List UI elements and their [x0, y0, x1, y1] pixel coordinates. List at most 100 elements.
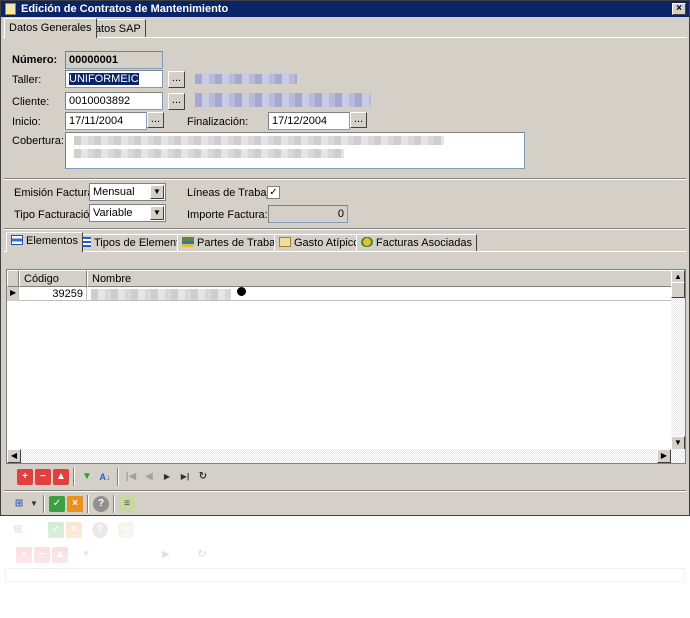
help-icon: ?	[92, 522, 108, 538]
sort-icon[interactable]: A↓	[97, 469, 113, 485]
filter-icon: ▼	[81, 549, 91, 560]
reflection-fade	[0, 516, 690, 618]
lineas-trabajo-label: Líneas de Trabajo	[187, 187, 276, 199]
table-row[interactable]: ▶ 39259	[7, 287, 673, 301]
elements-icon	[11, 235, 23, 245]
tree-add-icon: ⊞	[13, 524, 23, 535]
finalizacion-date-picker-button[interactable]: ...	[350, 112, 367, 128]
tab-facturas-asociadas[interactable]: Facturas Asociadas	[356, 234, 477, 251]
grid-vertical-scrollbar[interactable]: ▲ ▼	[671, 270, 685, 450]
taller-label: Taller:	[12, 74, 42, 86]
refresh-icon: ↻	[197, 549, 207, 560]
toolbar-separator	[113, 495, 115, 513]
tipo-facturacion-value: Variable	[93, 207, 133, 219]
accept-icon: ✓	[48, 522, 64, 538]
taller-input[interactable]: UNIFORMEIC	[65, 70, 163, 88]
chevron-down-icon[interactable]: ▼	[150, 185, 164, 199]
importe-factura-label: Importe Factura:	[187, 209, 268, 221]
move-up-icon[interactable]: ▲	[53, 469, 69, 485]
delete-row-icon: −	[34, 547, 50, 563]
invoice-icon	[361, 237, 373, 247]
tipo-facturacion-select[interactable]: Variable ▼	[89, 204, 166, 222]
toolbar-separator	[87, 495, 89, 513]
next-record-icon[interactable]: ▶	[159, 469, 175, 485]
expense-icon	[279, 237, 291, 247]
grid-nombre-redacted	[91, 289, 231, 300]
accept-icon[interactable]: ✓	[49, 496, 65, 512]
filter-icon[interactable]: ▼	[79, 469, 95, 485]
scroll-down-icon[interactable]: ▼	[671, 436, 685, 450]
finalizacion-date-input[interactable]: 17/12/2004	[268, 112, 350, 130]
numero-label: Número:	[12, 54, 58, 66]
form-separator	[4, 178, 686, 180]
next-record-icon: ▶	[162, 549, 170, 560]
grid-column-codigo[interactable]: Código	[19, 270, 87, 287]
delete-row-icon[interactable]: −	[35, 469, 51, 485]
close-button[interactable]: ×	[672, 3, 686, 15]
report-icon: ≡	[118, 522, 134, 538]
title-bar: Edición de Contratos de Mantenimiento ×	[1, 1, 689, 17]
grid-horizontal-scrollbar[interactable]: ◀ ▶	[7, 449, 685, 463]
toolbar-separator	[73, 468, 75, 486]
tab-gasto-atipico[interactable]: Gasto Atípico	[274, 234, 365, 251]
tab-elementos[interactable]: Elementos	[6, 232, 83, 252]
scroll-thumb[interactable]	[671, 282, 685, 298]
inicio-date-input[interactable]: 17/11/2004	[65, 112, 147, 130]
add-row-icon[interactable]: +	[17, 469, 33, 485]
inicio-date-picker-button[interactable]: ...	[147, 112, 164, 128]
grid-column-nombre[interactable]: Nombre	[87, 270, 673, 287]
inicio-label: Inicio:	[12, 116, 41, 128]
tab-datos-generales[interactable]: Datos Generales	[4, 18, 97, 38]
chevron-down-icon[interactable]: ▼	[150, 206, 164, 220]
toolbar-separator	[117, 468, 119, 486]
cancel-icon[interactable]: ×	[67, 496, 83, 512]
finalizacion-label: Finalización:	[187, 116, 249, 128]
tab-datos-generales-label: Datos Generales	[9, 22, 92, 34]
add-row-icon: +	[16, 547, 32, 563]
cobertura-label: Cobertura:	[12, 135, 64, 147]
cliente-browse-button[interactable]: ...	[168, 93, 185, 110]
tab-elementos-label: Elementos	[26, 235, 78, 247]
move-up-icon: ▲	[52, 547, 68, 563]
contract-edit-window: Edición de Contratos de Mantenimiento × …	[0, 0, 690, 516]
scroll-left-icon[interactable]: ◀	[7, 449, 21, 463]
cliente-input[interactable]: 0010003892	[65, 92, 163, 110]
chevron-down-icon[interactable]: ▼	[29, 496, 39, 512]
grid-cell-codigo[interactable]: 39259	[19, 287, 87, 301]
window-app-icon	[5, 3, 16, 15]
reflection-toolbar-2: + − ▲ ▼ ▶ ↻	[4, 544, 684, 566]
toolbar-separator	[43, 495, 45, 513]
last-record-icon[interactable]: ▶|	[177, 469, 193, 485]
report-icon[interactable]: ≡	[119, 496, 135, 512]
tab-strip-line	[3, 37, 687, 38]
grid-row-header-corner	[7, 270, 19, 287]
cobertura-text-redacted-1	[74, 136, 444, 145]
scroll-right-icon[interactable]: ▶	[657, 449, 671, 463]
cobertura-textarea[interactable]	[65, 132, 525, 169]
tab-facturas-asociadas-label: Facturas Asociadas	[376, 237, 472, 249]
lineas-trabajo-checkbox[interactable]: ✓	[267, 186, 280, 199]
tab-partes-trabajo[interactable]: Partes de Trabajo	[177, 234, 289, 251]
elements-grid[interactable]: Código Nombre ▶ 39259 ▲ ▼ ◀ ▶	[6, 269, 686, 464]
taller-browse-button[interactable]: ...	[168, 71, 185, 88]
row-selector-arrow-icon: ▶	[7, 287, 19, 301]
tabs-separator	[4, 228, 686, 230]
cliente-name-redacted	[195, 93, 371, 107]
reflection-scrollbar	[5, 568, 685, 582]
taller-name-redacted	[195, 74, 297, 84]
numero-field: 00000001	[65, 51, 163, 69]
refresh-icon[interactable]: ↻	[195, 469, 211, 485]
window-title: Edición de Contratos de Mantenimiento	[21, 3, 229, 15]
grid-cell-nombre[interactable]	[87, 287, 673, 301]
emision-facturas-select[interactable]: Mensual ▼	[89, 183, 166, 201]
cliente-label: Cliente:	[12, 96, 50, 108]
emision-facturas-value: Mensual	[93, 186, 135, 198]
cobertura-text-redacted-2	[74, 149, 344, 158]
first-record-icon[interactable]: |◀	[123, 469, 139, 485]
prev-record-icon[interactable]: ◀	[141, 469, 157, 485]
main-toolbar: ⊞ ▼ ✓ × ? ≡	[5, 493, 685, 515]
tabs-bottom-line	[4, 251, 686, 252]
help-icon[interactable]: ?	[93, 496, 109, 512]
tree-add-icon[interactable]: ⊞	[11, 496, 27, 512]
tipo-facturacion-label: Tipo Facturación:	[14, 209, 99, 221]
